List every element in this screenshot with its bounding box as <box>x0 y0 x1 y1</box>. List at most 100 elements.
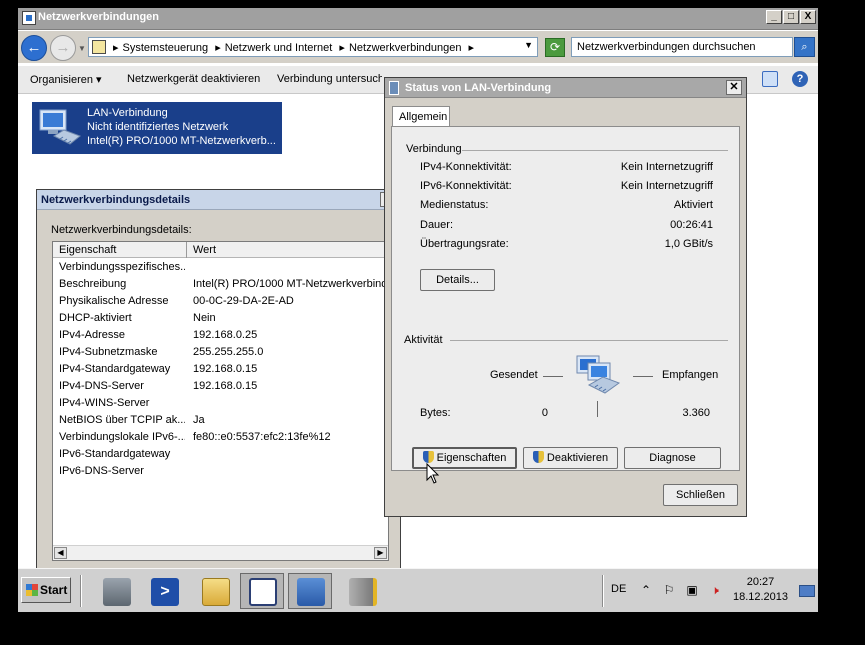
bytes-sent-value: 0 <box>541 407 548 419</box>
table-row[interactable]: DHCP-aktiviert Nein <box>53 310 388 327</box>
admin-tools-icon <box>349 578 377 606</box>
status-dialog-titlebar[interactable]: Status von LAN-Verbindung ✕ <box>385 78 746 98</box>
search-input[interactable]: Netzwerkverbindungen durchsuchen <box>571 37 793 57</box>
details-button[interactable]: Details... <box>420 269 495 291</box>
table-row[interactable]: IPv4-DNS-Server 192.168.0.15 <box>53 378 388 395</box>
main-window-titlebar[interactable]: Netzwerkverbindungen _ □ X <box>18 8 818 30</box>
details-table: Eigenschaft Wert Verbindungsspezifisches… <box>52 241 389 561</box>
breadcrumb-separator: ▸ <box>339 42 345 54</box>
table-row[interactable]: NetBIOS über TCPIP ak... Ja <box>53 412 388 429</box>
property-cell: Verbindungslokale IPv6-... <box>59 431 185 443</box>
table-row[interactable]: Verbindungslokale IPv6-... fe80::e0:5537:… <box>53 429 388 446</box>
action-center-flag-icon[interactable]: ⚐ <box>661 582 677 598</box>
media-status-value: Aktiviert <box>673 199 713 211</box>
details-window-icon <box>249 578 277 606</box>
bytes-received-value: 3.360 <box>682 407 710 419</box>
language-indicator[interactable]: DE <box>611 583 626 595</box>
duration-value: 00:26:41 <box>670 219 713 231</box>
address-bar[interactable]: ▸ Systemsteuerung ▸ Netzwerk und Internet … <box>88 37 538 57</box>
property-cell: IPv4-DNS-Server <box>59 380 144 392</box>
deactivate-button[interactable]: Deaktivieren <box>523 447 618 469</box>
network-connections-icon <box>297 578 325 606</box>
property-cell: Physikalische Adresse <box>59 295 169 307</box>
help-icon[interactable]: ? <box>792 71 808 87</box>
property-cell: NetBIOS über TCPIP ak... <box>59 414 185 426</box>
scroll-left-icon[interactable]: ◀ <box>54 547 67 559</box>
table-row[interactable]: IPv6-Standardgateway <box>53 446 388 463</box>
horizontal-scrollbar[interactable]: ◀ ▶ <box>53 545 388 560</box>
table-row[interactable]: IPv4-Subnetzmaske 255.255.255.0 <box>53 344 388 361</box>
sent-label: Gesendet <box>490 369 538 381</box>
breadcrumb-separator[interactable]: ▸ <box>469 42 475 54</box>
sent-line <box>543 376 563 377</box>
network-activity-icon <box>576 355 621 394</box>
diagnose-connection-button[interactable]: Verbindung untersuchen <box>277 73 382 85</box>
group-divider <box>462 150 728 151</box>
network-folder-icon <box>22 11 36 25</box>
windows-logo-icon <box>26 584 38 596</box>
breadcrumb-separator: ▸ <box>113 42 119 54</box>
table-row[interactable]: Verbindungsspezifisches... <box>53 259 388 276</box>
table-row[interactable]: IPv4-WINS-Server <box>53 395 388 412</box>
diagnose-button[interactable]: Diagnose <box>624 447 721 469</box>
explorer-taskbar-button[interactable] <box>193 573 237 609</box>
details-dialog-titlebar[interactable]: Netzwerkverbindungsdetails ✕ <box>37 190 400 210</box>
tools-taskbar-button[interactable] <box>340 573 384 609</box>
general-tab-panel: Verbindung IPv4-Konnektivität: Kein Inte… <box>391 126 740 471</box>
table-row[interactable]: Beschreibung Intel(R) PRO/1000 MT-Netzwer… <box>53 276 388 293</box>
table-row[interactable]: IPv6-DNS-Server <box>53 463 388 480</box>
network-connections-taskbar-button[interactable] <box>288 573 332 609</box>
table-row[interactable]: Physikalische Adresse 00-0C-29-DA-2E-AD <box>53 293 388 310</box>
column-header-value[interactable]: Wert <box>193 244 216 256</box>
show-hidden-icons-icon[interactable]: ⌃ <box>638 582 654 598</box>
tab-general[interactable]: Allgemein <box>392 106 450 127</box>
taskbar-separator <box>602 575 604 607</box>
powershell-taskbar-button[interactable]: > <box>142 573 186 609</box>
back-button[interactable]: ← <box>21 35 47 61</box>
address-dropdown-icon[interactable]: ▼ <box>524 40 533 50</box>
status-close-button[interactable]: ✕ <box>726 80 742 95</box>
table-row[interactable]: IPv4-Standardgateway 192.168.0.15 <box>53 361 388 378</box>
network-tray-icon[interactable]: ▣ <box>684 582 700 598</box>
history-dropdown-icon[interactable]: ▼ <box>78 44 86 53</box>
ipv4-connectivity-label: IPv4-Konnektivität: <box>420 161 512 173</box>
minimize-button[interactable]: _ <box>766 10 782 24</box>
close-dialog-button[interactable]: Schließen <box>663 484 738 506</box>
deactivate-device-button[interactable]: Netzwerkgerät deaktivieren <box>127 73 260 85</box>
refresh-button[interactable]: ⟳ <box>545 38 565 57</box>
value-cell: 192.168.0.25 <box>193 329 258 341</box>
address-toolbar: ← → ▼ ▸ Systemsteuerung ▸ Netzwerk und Int… <box>18 31 818 63</box>
ipv4-connectivity-value: Kein Internetzugriff <box>620 161 713 173</box>
breadcrumb-systemsteuerung[interactable]: Systemsteuerung <box>123 42 209 54</box>
preview-pane-icon[interactable] <box>762 71 778 87</box>
value-cell: Nein <box>193 312 216 324</box>
lan-connection-item[interactable]: LAN-Verbindung Nicht identifiziertes Net… <box>32 102 282 154</box>
network-details-taskbar-button[interactable] <box>240 573 284 609</box>
start-button[interactable]: Start <box>21 577 71 603</box>
details-label: Netzwerkverbindungsdetails: <box>51 224 192 236</box>
table-row[interactable]: IPv4-Adresse 192.168.0.25 <box>53 327 388 344</box>
column-header-property[interactable]: Eigenschaft <box>59 244 116 256</box>
value-cell: Intel(R) PRO/1000 MT-Netzwerkverbindu <box>193 278 388 290</box>
clock[interactable]: 20:27 18.12.2013 <box>723 575 798 605</box>
show-desktop-button[interactable] <box>799 585 815 597</box>
scroll-right-icon[interactable]: ▶ <box>374 547 387 559</box>
breadcrumb-netzwerk-und-internet[interactable]: Netzwerk und Internet <box>225 42 333 54</box>
close-button[interactable]: X <box>800 10 816 24</box>
maximize-button[interactable]: □ <box>783 10 799 24</box>
control-panel-icon <box>92 40 106 54</box>
property-cell: IPv4-Subnetzmaske <box>59 346 158 358</box>
column-divider[interactable] <box>186 242 187 258</box>
organize-menu-button[interactable]: Organisieren ▾ <box>30 73 102 86</box>
server-manager-taskbar-button[interactable] <box>94 573 138 609</box>
network-adapter-icon <box>39 109 81 145</box>
breadcrumb-netzwerkverbindungen[interactable]: Netzwerkverbindungen <box>349 42 462 54</box>
search-icon[interactable]: ⌕ <box>794 37 815 57</box>
server-manager-icon <box>103 578 131 606</box>
uac-shield-icon <box>532 451 544 463</box>
property-cell: IPv4-Standardgateway <box>59 363 171 375</box>
connection-details-dialog: Netzwerkverbindungsdetails ✕ Netzwerkver… <box>36 189 401 569</box>
volume-muted-icon[interactable]: 🕨 <box>707 582 723 598</box>
forward-button[interactable]: → <box>50 35 76 61</box>
value-cell: 255.255.255.0 <box>193 346 264 358</box>
